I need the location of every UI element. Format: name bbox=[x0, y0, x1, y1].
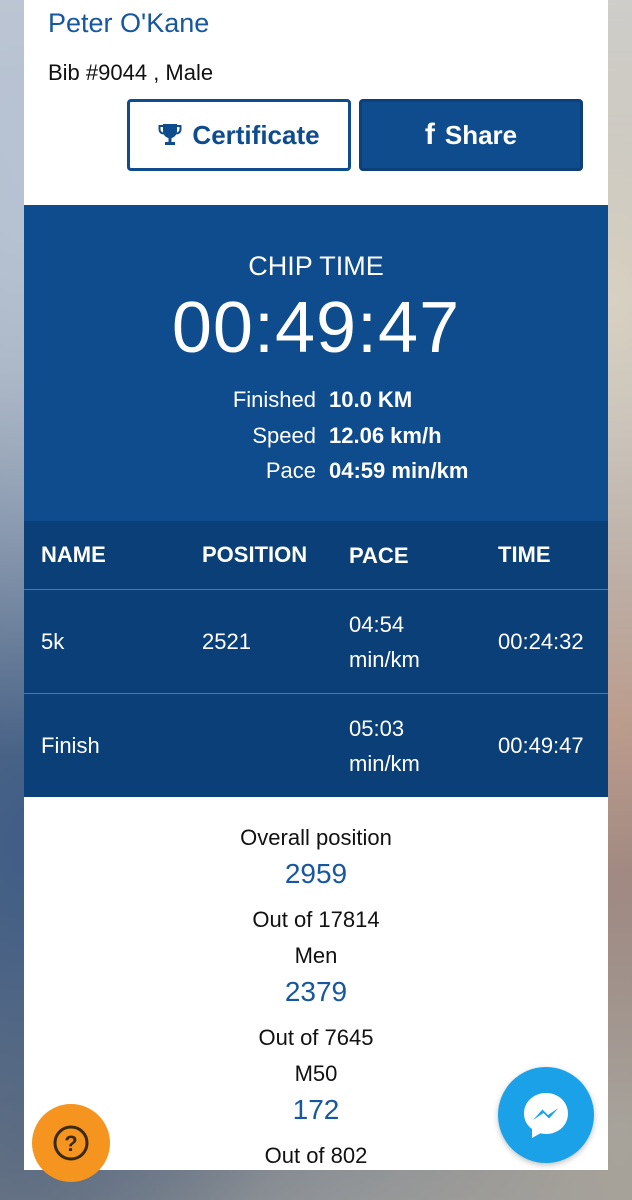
certificate-button[interactable]: Certificate bbox=[127, 99, 351, 171]
stat-value: 12.06 km/h bbox=[329, 423, 442, 448]
split-position: 2521 bbox=[202, 628, 251, 654]
messenger-icon bbox=[524, 1093, 568, 1138]
chip-time-panel: CHIP TIME 00:49:47 Finished 10.0 KM Spee… bbox=[24, 205, 608, 521]
overall-position-label: Overall position bbox=[240, 825, 392, 850]
chip-time-label: CHIP TIME bbox=[248, 251, 384, 281]
facebook-icon: f bbox=[424, 118, 435, 151]
split-pace-value: 04:54 bbox=[349, 611, 405, 637]
split-position bbox=[202, 694, 342, 797]
bib-line: Bib #9044 , Male bbox=[48, 60, 214, 85]
gender-position-out-of: Out of 7645 bbox=[258, 1025, 374, 1050]
share-label: Share bbox=[444, 119, 518, 150]
splits-header-row: NAME POSITION PACE TIME bbox=[24, 521, 608, 590]
table-row: 5k 2521 04:54 min/km 00:24:32 bbox=[24, 590, 608, 694]
chip-time-value: 00:49:47 bbox=[171, 288, 461, 368]
split-time: 00:49:47 bbox=[498, 732, 584, 758]
stat-finished: Finished 10.0 KM bbox=[24, 387, 608, 417]
splits-table: NAME POSITION PACE TIME 5k 2521 04:54 mi… bbox=[24, 521, 608, 797]
stat-speed: Speed 12.06 km/h bbox=[24, 423, 608, 453]
trophy-icon bbox=[158, 122, 182, 148]
overall-position-out-of: Out of 17814 bbox=[252, 907, 380, 932]
stat-value: 10.0 KM bbox=[329, 387, 413, 412]
results-card: Peter O'Kane Bib #9044 , Male Certificat… bbox=[24, 0, 608, 1170]
split-pace-value: 05:03 bbox=[349, 715, 405, 741]
column-header-pace: PACE bbox=[349, 542, 409, 568]
split-pace-unit: min/km bbox=[349, 646, 420, 672]
stat-value: 04:59 min/km bbox=[329, 458, 469, 483]
split-pace: 04:54 min/km bbox=[349, 590, 489, 693]
stat-label: Finished bbox=[232, 387, 316, 412]
gender-position-value: 2379 bbox=[284, 976, 348, 1007]
column-header-name: NAME bbox=[41, 542, 106, 567]
messenger-chat-button[interactable] bbox=[498, 1067, 594, 1163]
split-time: 00:24:32 bbox=[498, 628, 584, 654]
stat-pace: Pace 04:59 min/km bbox=[24, 458, 608, 488]
split-name: Finish bbox=[41, 732, 100, 758]
column-header-time: TIME bbox=[498, 542, 551, 567]
stat-label: Pace bbox=[265, 458, 316, 483]
column-header-position: POSITION bbox=[202, 542, 308, 567]
help-button[interactable]: ? bbox=[32, 1104, 110, 1182]
table-row: Finish 05:03 min/km 00:49:47 bbox=[24, 694, 608, 797]
certificate-label: Certificate bbox=[192, 119, 320, 150]
split-pace-unit: min/km bbox=[349, 750, 420, 776]
overall-position-value: 2959 bbox=[284, 858, 348, 889]
share-button[interactable]: f Share bbox=[359, 99, 583, 171]
split-pace: 05:03 min/km bbox=[349, 694, 489, 797]
gender-position-label: Men bbox=[294, 943, 338, 968]
split-name: 5k bbox=[41, 628, 65, 654]
stat-label: Speed bbox=[252, 423, 316, 448]
question-circle-icon: ? bbox=[53, 1125, 89, 1161]
runner-name: Peter O'Kane bbox=[48, 8, 210, 38]
help-glyph: ? bbox=[64, 1131, 77, 1156]
